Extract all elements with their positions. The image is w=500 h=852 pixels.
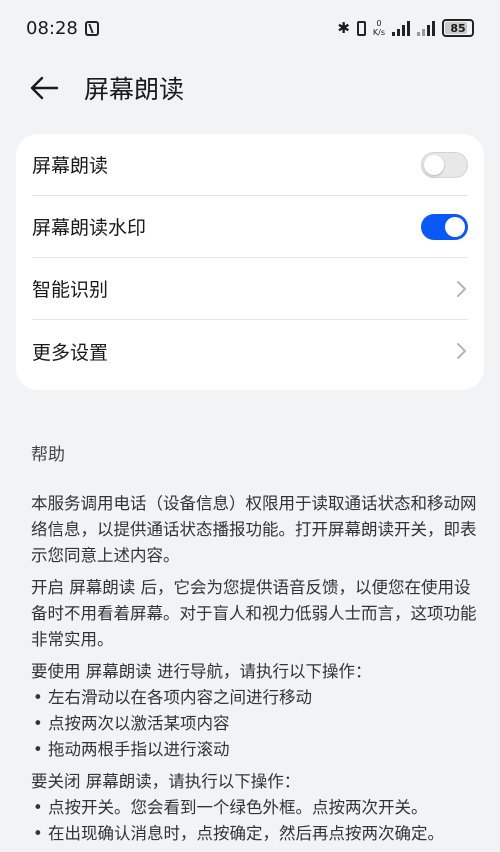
help-paragraph: 开启 屏幕朗读 后，它会为您提供语音反馈，以便您在使用设备时不用看着屏幕。对于盲… <box>31 578 477 649</box>
help-heading: 帮助 <box>31 445 65 465</box>
help-section: 帮助 本服务调用电话（设备信息）权限用于读取通话状态和移动网络信息，以提供通话状… <box>31 440 477 847</box>
battery-icon: 85 <box>442 19 474 37</box>
setting-screen-reader-watermark[interactable]: 屏幕朗读水印 <box>32 196 468 258</box>
battery-level: 85 <box>450 21 466 35</box>
page-title: 屏幕朗读 <box>84 75 185 104</box>
nfc-icon <box>84 20 99 36</box>
setting-label: 更多设置 <box>32 341 109 364</box>
setting-label: 屏幕朗读 <box>32 155 109 177</box>
help-bullet: • 拖动两根手指以进行滚动 <box>33 740 230 759</box>
toggle-knob <box>424 154 444 175</box>
status-bar: 08:28 ✱ 0 K/s 85 <box>0 0 500 56</box>
clock: 08:28 <box>26 17 78 39</box>
back-arrow-icon[interactable] <box>30 73 60 103</box>
vibrate-icon <box>356 20 366 36</box>
network-speed-value: 0 <box>376 19 382 28</box>
help-paragraph: 本服务调用电话（设备信息）权限用于读取通话状态和移动网络信息，以提供通话状态播报… <box>31 494 477 565</box>
signal-icon-secondary <box>417 20 435 36</box>
setting-label: 屏幕朗读水印 <box>32 217 147 239</box>
setting-smart-recognition[interactable]: 智能识别 <box>32 258 468 320</box>
signal-icon <box>392 20 410 36</box>
settings-card: 屏幕朗读 屏幕朗读水印 智能识别 更多设置 <box>16 134 484 390</box>
watermark-toggle[interactable] <box>421 213 468 240</box>
status-left: 08:28 <box>26 18 99 39</box>
help-bullet: • 左右滑动以在各项内容之间进行移动 <box>33 688 312 707</box>
setting-label: 智能识别 <box>32 279 109 301</box>
bluetooth-icon: ✱ <box>337 19 350 37</box>
help-bullet: • 在出现确认消息时，点按确定，然后再点按两次确定。 <box>33 824 444 843</box>
setting-screen-reader[interactable]: 屏幕朗读 <box>32 134 468 196</box>
help-text: 本服务调用电话（设备信息）权限用于读取通话状态和移动网络信息，以提供通话状态播报… <box>31 491 477 847</box>
help-bullet: • 点按两次以激活某项内容 <box>33 714 230 733</box>
status-right: ✱ 0 K/s 85 <box>337 19 474 37</box>
setting-more-settings[interactable]: 更多设置 <box>32 320 468 382</box>
screen-reader-toggle[interactable] <box>421 151 468 178</box>
help-bullet: • 点按开关。您会看到一个绿色外框。点按两次开关。 <box>33 798 428 817</box>
help-paragraph: 要使用 屏幕朗读 进行导航，请执行以下操作： <box>31 662 372 681</box>
help-paragraph: 要关闭 屏幕朗读，请执行以下操作： <box>31 772 301 791</box>
chevron-right-icon <box>457 343 466 359</box>
title-bar: 屏幕朗读 <box>0 60 500 116</box>
toggle-knob <box>445 216 465 237</box>
network-speed-unit: K/s <box>372 28 385 37</box>
chevron-right-icon <box>457 280 466 297</box>
network-speed: 0 K/s <box>373 19 385 37</box>
